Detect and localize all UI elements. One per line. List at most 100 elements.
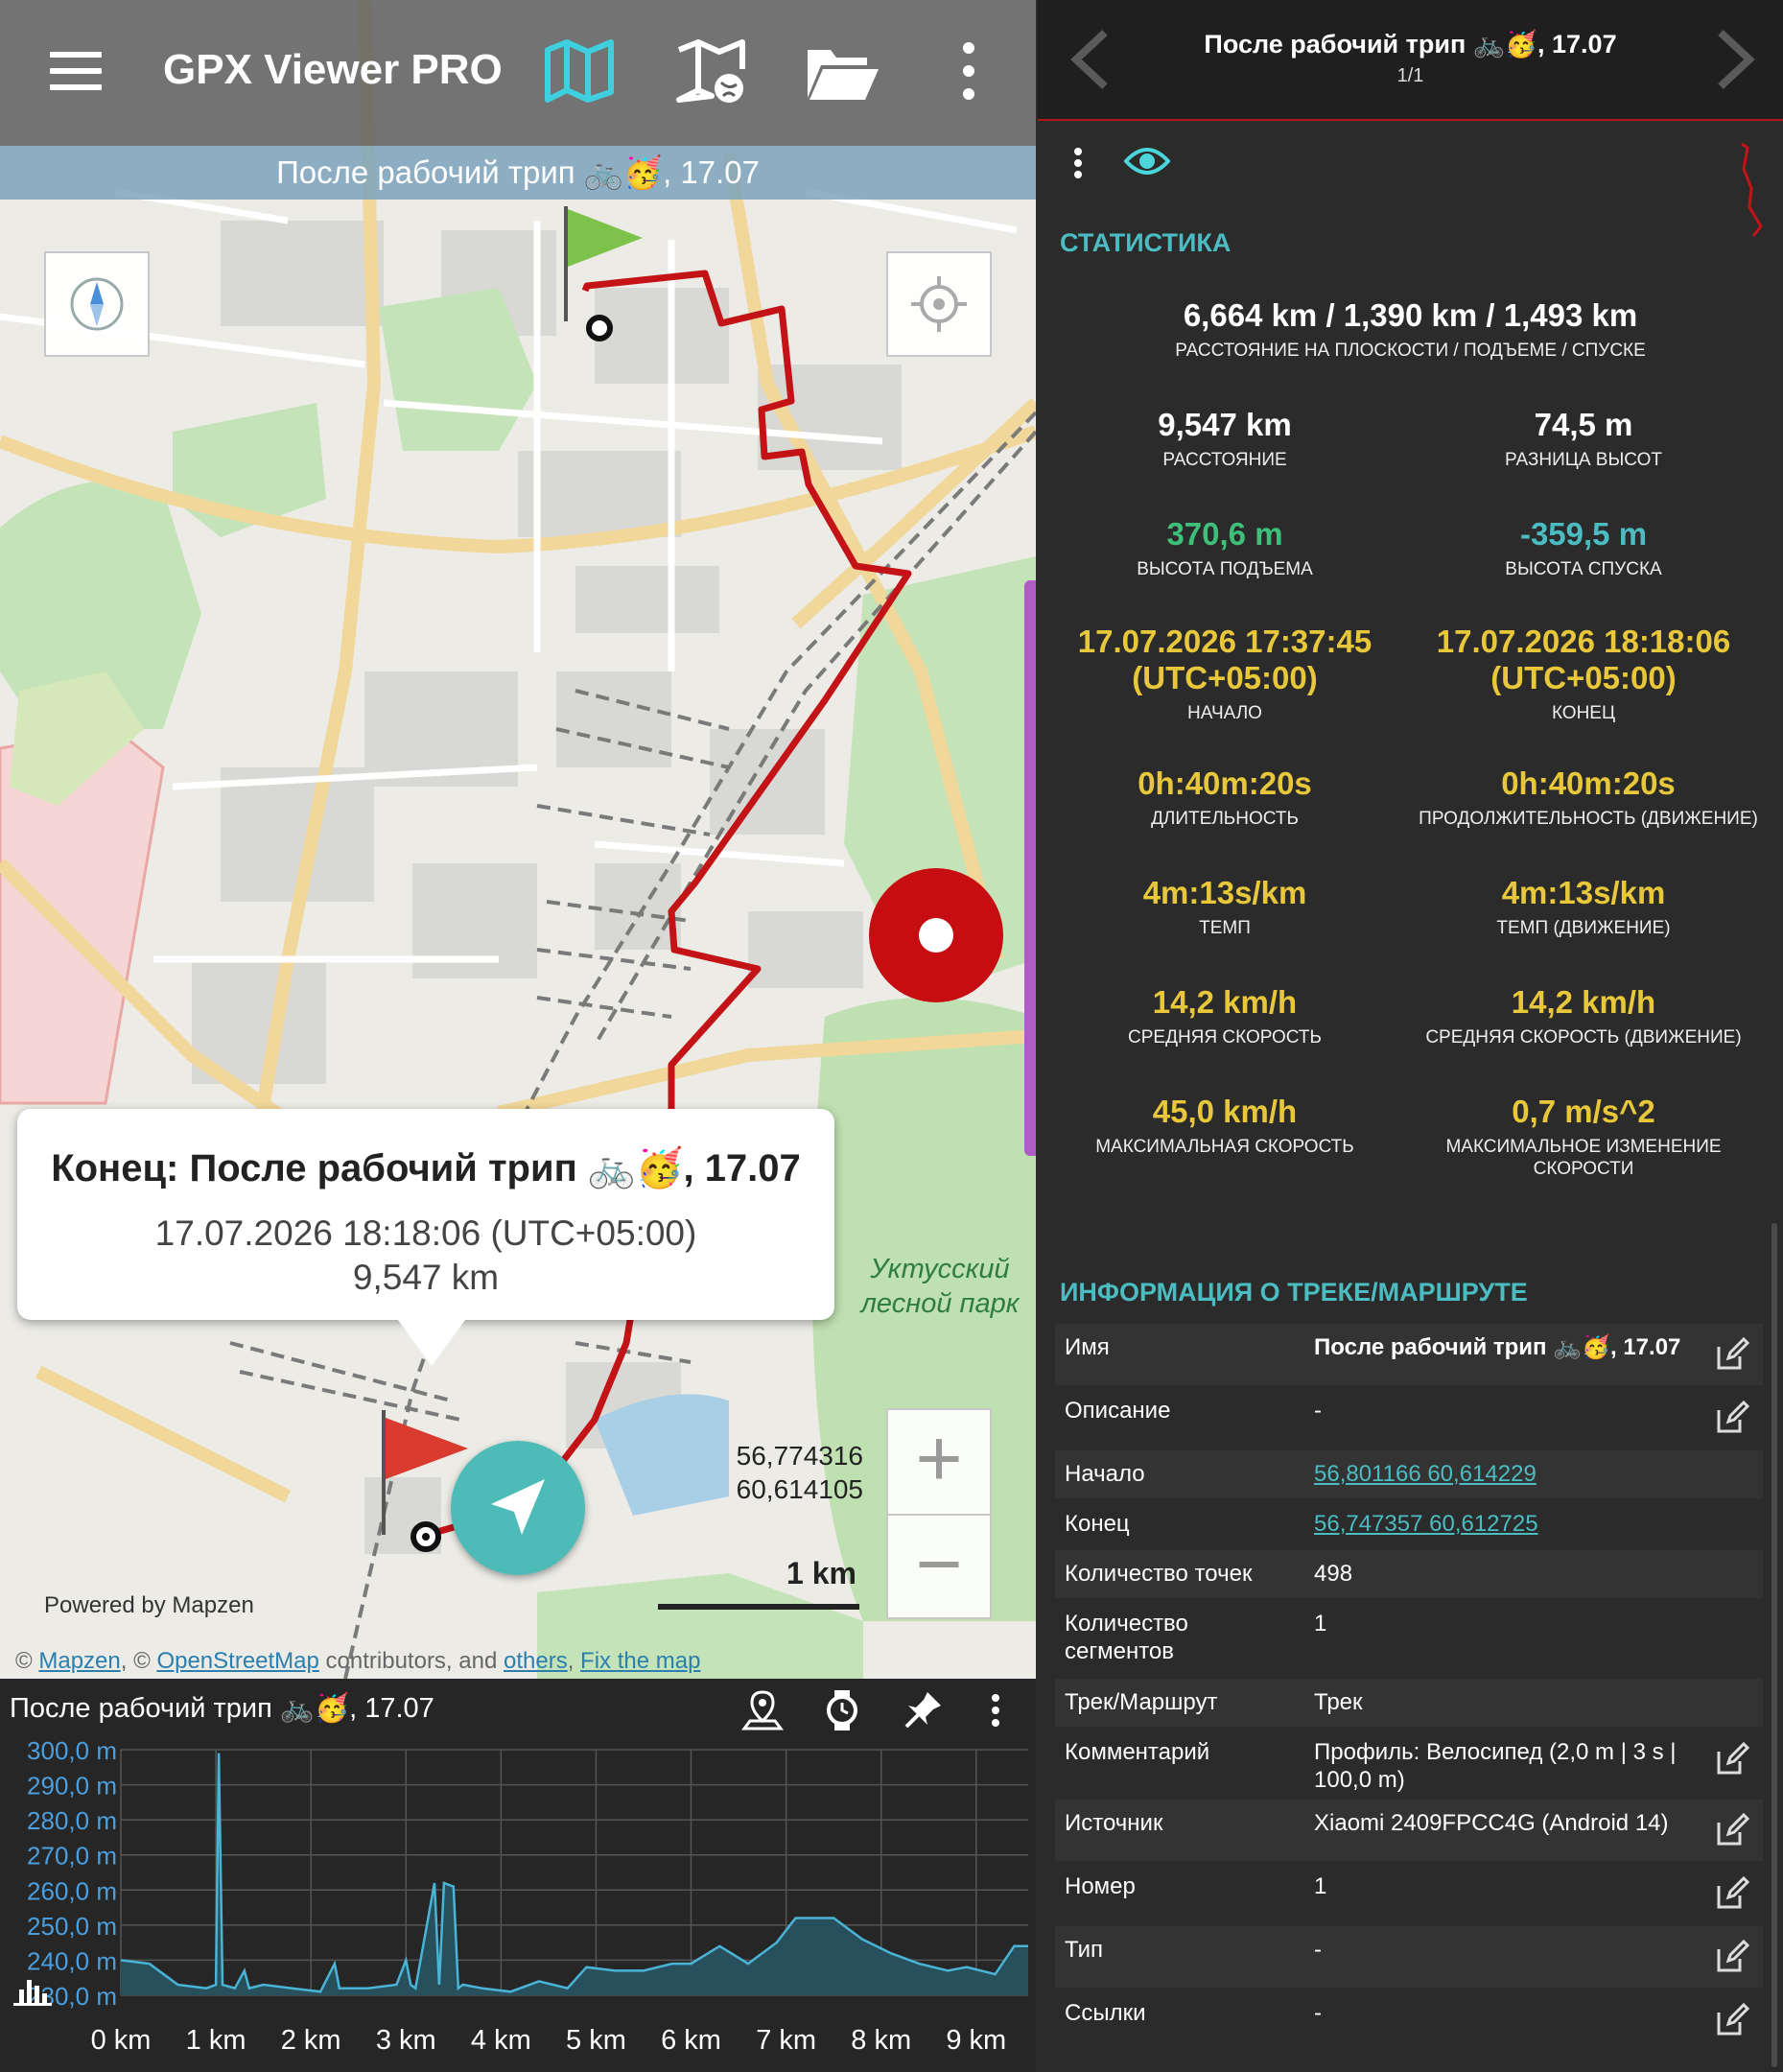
attribution-mid: , © xyxy=(120,1648,157,1674)
info-row-value: 1 xyxy=(1314,1873,1327,1899)
stat-elev-diff: 74,5 m РАЗНИЦА ВЫСОТ xyxy=(1406,407,1761,471)
info-row: Конец 56,747357 60,612725 xyxy=(1055,1500,1763,1548)
scale-bar xyxy=(658,1604,859,1610)
latitude-text: 56,774316 xyxy=(736,1441,863,1471)
stat-flat-label: РАССТОЯНИЕ НА ПЛОСКОСТИ / ПОДЪЕМЕ / СПУС… xyxy=(1175,341,1646,361)
stat-descent-value: -359,5 m xyxy=(1519,516,1648,552)
x-tick-label: 7 km xyxy=(756,2025,816,2056)
watch-icon[interactable] xyxy=(818,1686,866,1734)
track-banner: После рабочий трип 🚲🥳, 17.07 xyxy=(0,146,1036,200)
stat-descent-label: ВЫСОТА СПУСКА xyxy=(1505,559,1662,579)
x-tick-label: 8 km xyxy=(851,2025,911,2056)
stats-header: СТАТИСТИКА xyxy=(1060,228,1232,257)
stat-distance-label: РАССТОЯНИЕ xyxy=(1162,450,1287,470)
stat-moving-pace-label: ТЕМП (ДВИЖЕНИЕ) xyxy=(1496,918,1671,938)
side-drawer-handle[interactable] xyxy=(1024,580,1036,1156)
panel-more-icon[interactable] xyxy=(1068,146,1088,180)
popup-title: Конец: После рабочий трип 🚲🥳, 17.07 xyxy=(51,1147,801,1189)
stat-avg-speed-value: 14,2 km/h xyxy=(1152,984,1298,1020)
stat-max-accel-value: 0,7 m/s^2 xyxy=(1512,1094,1655,1129)
stat-max-speed-value: 45,0 km/h xyxy=(1152,1094,1298,1129)
edit-icon[interactable] xyxy=(1715,1401,1749,1435)
edit-icon[interactable] xyxy=(1715,1813,1749,1848)
record-button[interactable] xyxy=(869,868,1003,1002)
mapzen-link[interactable]: Mapzen xyxy=(38,1648,120,1674)
stat-flat-distance: 6,664 km / 1,390 km / 1,493 km РАССТОЯНИ… xyxy=(1038,297,1783,362)
navigation-arrow-icon xyxy=(491,1479,545,1535)
attribution-prefix: © xyxy=(15,1648,39,1674)
zoom-controls: + − xyxy=(886,1408,992,1619)
stat-moving-duration-label: ПРОДОЛЖИТЕЛЬНОСТЬ (ДВИЖЕНИЕ) xyxy=(1419,809,1758,829)
stat-moving-pace: 4m:13s/km ТЕМП (ДВИЖЕНИЕ) xyxy=(1406,875,1761,939)
online-map-icon[interactable] xyxy=(673,36,750,106)
info-row: Трек/Маршрут Трек xyxy=(1055,1679,1763,1727)
info-row[interactable]: Тип - xyxy=(1055,1926,1763,1988)
info-row[interactable]: Описание - xyxy=(1055,1387,1763,1448)
info-row: Количество сегментов 1 xyxy=(1055,1600,1763,1677)
compass-button[interactable] xyxy=(44,251,150,357)
info-row-value: 498 xyxy=(1314,1561,1353,1587)
edit-icon[interactable] xyxy=(1715,2003,1749,2037)
more-vert-icon[interactable] xyxy=(950,36,988,106)
pin-icon[interactable] xyxy=(899,1686,947,1734)
next-arrow-icon[interactable] xyxy=(1711,29,1759,90)
info-row-key: Тип xyxy=(1065,1937,1104,1963)
info-row-key: Номер xyxy=(1065,1873,1136,1899)
edit-icon[interactable] xyxy=(1715,1940,1749,1974)
map-layers-icon[interactable] xyxy=(542,36,619,106)
park-label-line2: лесной парк xyxy=(860,1288,1020,1319)
info-row[interactable]: Ссылки - xyxy=(1055,1990,1763,2051)
info-row: Количество точек 498 xyxy=(1055,1550,1763,1598)
stat-max-speed-label: МАКСИМАЛЬНАЯ СКОРОСТЬ xyxy=(1095,1137,1354,1157)
zoom-out-button[interactable]: − xyxy=(888,1514,990,1617)
info-row-key: Количество сегментов xyxy=(1065,1611,1188,1664)
crosshair-icon xyxy=(911,276,967,332)
y-tick-label: 280,0 m xyxy=(27,1806,117,1835)
eye-icon[interactable] xyxy=(1124,144,1170,178)
stat-ascent: 370,6 m ВЫСОТА ПОДЪЕМА xyxy=(1047,516,1402,580)
navigate-button[interactable] xyxy=(451,1441,585,1575)
zoom-in-button[interactable]: + xyxy=(888,1410,990,1514)
stat-moving-speed: 14,2 km/h СРЕДНЯЯ СКОРОСТЬ (ДВИЖЕНИЕ) xyxy=(1406,984,1761,1048)
folder-open-icon[interactable] xyxy=(804,36,880,106)
stat-start-label: НАЧАЛО xyxy=(1187,703,1262,723)
stat-start-tz: (UTC+05:00) xyxy=(1132,660,1318,695)
info-row-coordinate-link[interactable]: 56,801166 60,614229 xyxy=(1314,1460,1707,1488)
edit-icon[interactable] xyxy=(1715,1742,1749,1777)
osm-link[interactable]: OpenStreetMap xyxy=(156,1648,318,1674)
elevation-area xyxy=(121,1753,1028,1995)
y-tick-label: 300,0 m xyxy=(27,1736,117,1765)
info-row-value: Xiaomi 2409FPCC4G (Android 14) xyxy=(1314,1810,1669,1836)
edit-icon[interactable] xyxy=(1715,1337,1749,1372)
bar-chart-icon-base xyxy=(13,2003,52,2006)
panel-scrollbar[interactable] xyxy=(1771,1223,1777,2067)
info-row-coordinate-link[interactable]: 56,747357 60,612725 xyxy=(1314,1510,1707,1538)
my-location-button[interactable] xyxy=(886,251,992,357)
popup-pointer xyxy=(395,1316,468,1366)
info-row[interactable]: Имя После рабочий трип 🚲🥳, 17.07 xyxy=(1055,1324,1763,1385)
info-row[interactable]: Номер 1 xyxy=(1055,1863,1763,1924)
elevation-more-icon[interactable] xyxy=(976,1686,1015,1734)
stat-pace: 4m:13s/km ТЕМП xyxy=(1047,875,1402,939)
edit-icon[interactable] xyxy=(1715,1876,1749,1911)
others-link[interactable]: others xyxy=(504,1648,568,1674)
x-tick-label: 0 km xyxy=(91,2025,152,2056)
elevation-chart[interactable]: 300,0 m 290,0 m 280,0 m 270,0 m 260,0 m 250,0… xyxy=(0,1736,1036,2072)
menu-icon[interactable] xyxy=(50,52,102,90)
record-icon xyxy=(919,918,953,953)
info-row[interactable]: Комментарий Профиль: Велосипед (2,0 m | 3… xyxy=(1055,1729,1763,1798)
stat-start-value: 17.07.2026 17:37:45 xyxy=(1077,624,1372,659)
track-marker-icon[interactable] xyxy=(739,1686,786,1734)
y-tick-label: 250,0 m xyxy=(27,1912,117,1941)
y-tick-label: 240,0 m xyxy=(27,1946,117,1975)
info-row[interactable]: Источник Xiaomi 2409FPCC4G (Android 14) xyxy=(1055,1800,1763,1861)
stat-duration-value: 0h:40m:20s xyxy=(1138,765,1312,801)
map-canvas[interactable] xyxy=(0,0,1036,1679)
stat-descent: -359,5 m ВЫСОТА СПУСКА xyxy=(1406,516,1761,580)
stat-moving-pace-value: 4m:13s/km xyxy=(1501,875,1666,910)
popup-time: 17.07.2026 18:18:06 (UTC+05:00) xyxy=(154,1213,697,1253)
fix-map-link[interactable]: Fix the map xyxy=(580,1648,700,1674)
end-point-popup[interactable]: Конец: После рабочий трип 🚲🥳, 17.07 17.0… xyxy=(17,1109,834,1320)
info-row-key: Начало xyxy=(1065,1461,1145,1487)
map-view[interactable]: Уктусский лесной парк GPX Viewer PRO Пос… xyxy=(0,0,1036,1679)
